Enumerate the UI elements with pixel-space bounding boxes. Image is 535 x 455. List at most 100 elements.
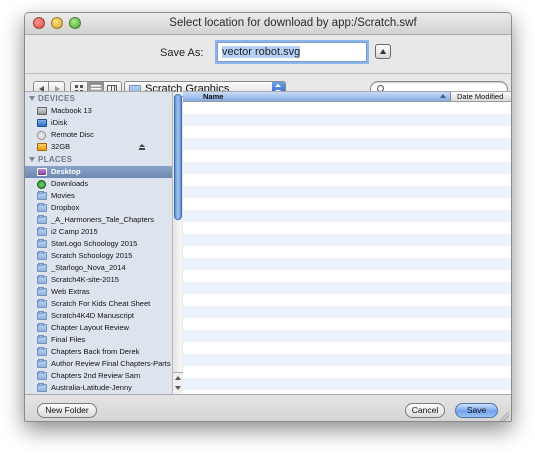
folder-icon bbox=[37, 311, 47, 320]
sidebar-item-author-review[interactable]: Author Review Final Chapters-Parts bbox=[25, 358, 173, 370]
folder-icon bbox=[37, 251, 47, 260]
sidebar-item-chapters-2nd-review[interactable]: Chapters 2nd Review Sam bbox=[25, 370, 173, 382]
sidebar-item-label: Scratch4K4D Manuscript bbox=[51, 311, 134, 320]
sidebar-item-scratch4k-site[interactable]: Scratch4K-site-2015 bbox=[25, 274, 173, 286]
empty-row bbox=[183, 366, 511, 378]
sidebar-item-label: Australia-Latitude-Jenny bbox=[51, 383, 132, 392]
sidebar-item-starlogo-nova[interactable]: _Starlogo_Nova_2014 bbox=[25, 262, 173, 274]
idisk-icon bbox=[37, 119, 47, 127]
empty-row bbox=[183, 126, 511, 138]
date-modified-column-header[interactable]: Date Modified bbox=[457, 92, 503, 101]
usb-drive-icon bbox=[37, 143, 47, 151]
sidebar-item-label: StarLogo Schoology 2015 bbox=[51, 239, 138, 248]
devices-header[interactable]: DEVICES bbox=[25, 92, 173, 105]
folder-icon bbox=[37, 347, 47, 356]
sidebar-item-dropbox[interactable]: Dropbox bbox=[25, 202, 173, 214]
filename-input[interactable]: vector robot.svg bbox=[217, 42, 367, 62]
sidebar-item-label: Macbook 13 bbox=[51, 106, 92, 115]
sidebar-item-label: _A_Harmoners_Tale_Chapters bbox=[51, 215, 154, 224]
disclosure-triangle-icon bbox=[29, 157, 35, 163]
eject-icon[interactable] bbox=[139, 144, 145, 150]
sort-ascending-icon bbox=[440, 94, 446, 98]
sidebar-item-idisk[interactable]: iDisk bbox=[25, 117, 173, 129]
downloads-icon bbox=[37, 180, 46, 189]
empty-row bbox=[183, 138, 511, 150]
sidebar-item-label: 32GB bbox=[51, 142, 71, 151]
save-as-row: Save As: vector robot.svg bbox=[25, 41, 511, 67]
sidebar: DEVICES Macbook 13 iDisk Remote Disc 32G… bbox=[25, 91, 174, 394]
sidebar-item-label: Scratch4K-site-2015 bbox=[51, 275, 119, 284]
file-list-header: Name Date Modified bbox=[183, 92, 511, 102]
folder-icon bbox=[37, 383, 47, 392]
empty-row bbox=[183, 306, 511, 318]
empty-row bbox=[183, 378, 511, 390]
empty-row bbox=[183, 222, 511, 234]
sidebar-item-macbook[interactable]: Macbook 13 bbox=[25, 105, 173, 117]
sidebar-item-cheat-sheet[interactable]: Scratch For Kids Cheat Sheet bbox=[25, 298, 173, 310]
sidebar-item-desktop[interactable]: Desktop bbox=[25, 166, 173, 178]
close-window-button[interactable] bbox=[33, 17, 45, 29]
scroll-down-icon[interactable] bbox=[175, 386, 181, 390]
sidebar-item-label: Scratch Schoology 2015 bbox=[51, 251, 133, 260]
empty-row bbox=[183, 114, 511, 126]
cancel-button[interactable]: Cancel bbox=[405, 403, 445, 418]
empty-row bbox=[183, 354, 511, 366]
file-rows bbox=[183, 102, 511, 394]
sidebar-item-chapter-layout-review[interactable]: Chapter Layout Review bbox=[25, 322, 173, 334]
sidebar-item-harmoners-tale[interactable]: _A_Harmoners_Tale_Chapters bbox=[25, 214, 173, 226]
sidebar-item-movies[interactable]: Movies bbox=[25, 190, 173, 202]
places-header[interactable]: PLACES bbox=[25, 153, 173, 166]
folder-icon bbox=[37, 299, 47, 308]
empty-row bbox=[183, 174, 511, 186]
folder-icon bbox=[37, 335, 47, 344]
scroll-up-icon[interactable] bbox=[175, 376, 181, 380]
collapse-dialog-button[interactable] bbox=[375, 44, 391, 59]
empty-row bbox=[183, 330, 511, 342]
sidebar-item-label: Web Extras bbox=[51, 287, 90, 296]
sidebar-item-i2-camp[interactable]: i2 Camp 2015 bbox=[25, 226, 173, 238]
sidebar-item-scratch-schoology[interactable]: Scratch Schoology 2015 bbox=[25, 250, 173, 262]
title-bar[interactable]: Select location for download by app:/Scr… bbox=[25, 13, 511, 35]
sidebar-scrollbar[interactable] bbox=[172, 92, 183, 394]
save-dialog-window: Select location for download by app:/Scr… bbox=[24, 12, 512, 422]
folder-icon bbox=[37, 227, 47, 236]
sidebar-item-label: Final Files bbox=[51, 335, 86, 344]
empty-row bbox=[183, 198, 511, 210]
zoom-window-button[interactable] bbox=[69, 17, 81, 29]
sidebar-item-32gb[interactable]: 32GB bbox=[25, 141, 173, 153]
header-divider bbox=[25, 73, 511, 74]
minimize-window-button[interactable] bbox=[51, 17, 63, 29]
sidebar-item-remote-disc[interactable]: Remote Disc bbox=[25, 129, 173, 141]
sidebar-item-manuscript[interactable]: Scratch4K4D Manuscript bbox=[25, 310, 173, 322]
sidebar-item-australia-latitude[interactable]: Australia-Latitude-Jenny bbox=[25, 382, 173, 394]
sidebar-item-starlogo-schoology[interactable]: StarLogo Schoology 2015 bbox=[25, 238, 173, 250]
empty-row bbox=[183, 294, 511, 306]
empty-row bbox=[183, 150, 511, 162]
sidebar-item-label: _Starlogo_Nova_2014 bbox=[51, 263, 126, 272]
sidebar-item-downloads[interactable]: Downloads bbox=[25, 178, 173, 190]
folder-icon bbox=[37, 203, 47, 212]
empty-row bbox=[183, 318, 511, 330]
empty-row bbox=[183, 282, 511, 294]
sidebar-item-final-files[interactable]: Final Files bbox=[25, 334, 173, 346]
sidebar-scroll-thumb[interactable] bbox=[174, 94, 182, 220]
window-title: Select location for download by app:/Scr… bbox=[169, 17, 417, 29]
folder-icon bbox=[37, 215, 47, 224]
folder-icon bbox=[37, 359, 47, 368]
folder-icon bbox=[37, 371, 47, 380]
new-folder-button[interactable]: New Folder bbox=[37, 403, 97, 418]
save-button[interactable]: Save bbox=[455, 403, 498, 418]
sidebar-item-label: Chapters 2nd Review Sam bbox=[51, 371, 141, 380]
folder-icon bbox=[37, 275, 47, 284]
empty-row bbox=[183, 210, 511, 222]
resize-grip-icon[interactable] bbox=[500, 412, 509, 421]
sidebar-item-label: iDisk bbox=[51, 118, 68, 127]
hard-disk-icon bbox=[37, 107, 47, 115]
sidebar-item-chapters-back-derek[interactable]: Chapters Back from Derek bbox=[25, 346, 173, 358]
desktop-icon bbox=[37, 168, 47, 176]
sidebar-item-label: Chapter Layout Review bbox=[51, 323, 129, 332]
name-column-header[interactable]: Name bbox=[183, 92, 451, 101]
folder-icon bbox=[37, 191, 47, 200]
sidebar-item-web-extras[interactable]: Web Extras bbox=[25, 286, 173, 298]
empty-row bbox=[183, 342, 511, 354]
